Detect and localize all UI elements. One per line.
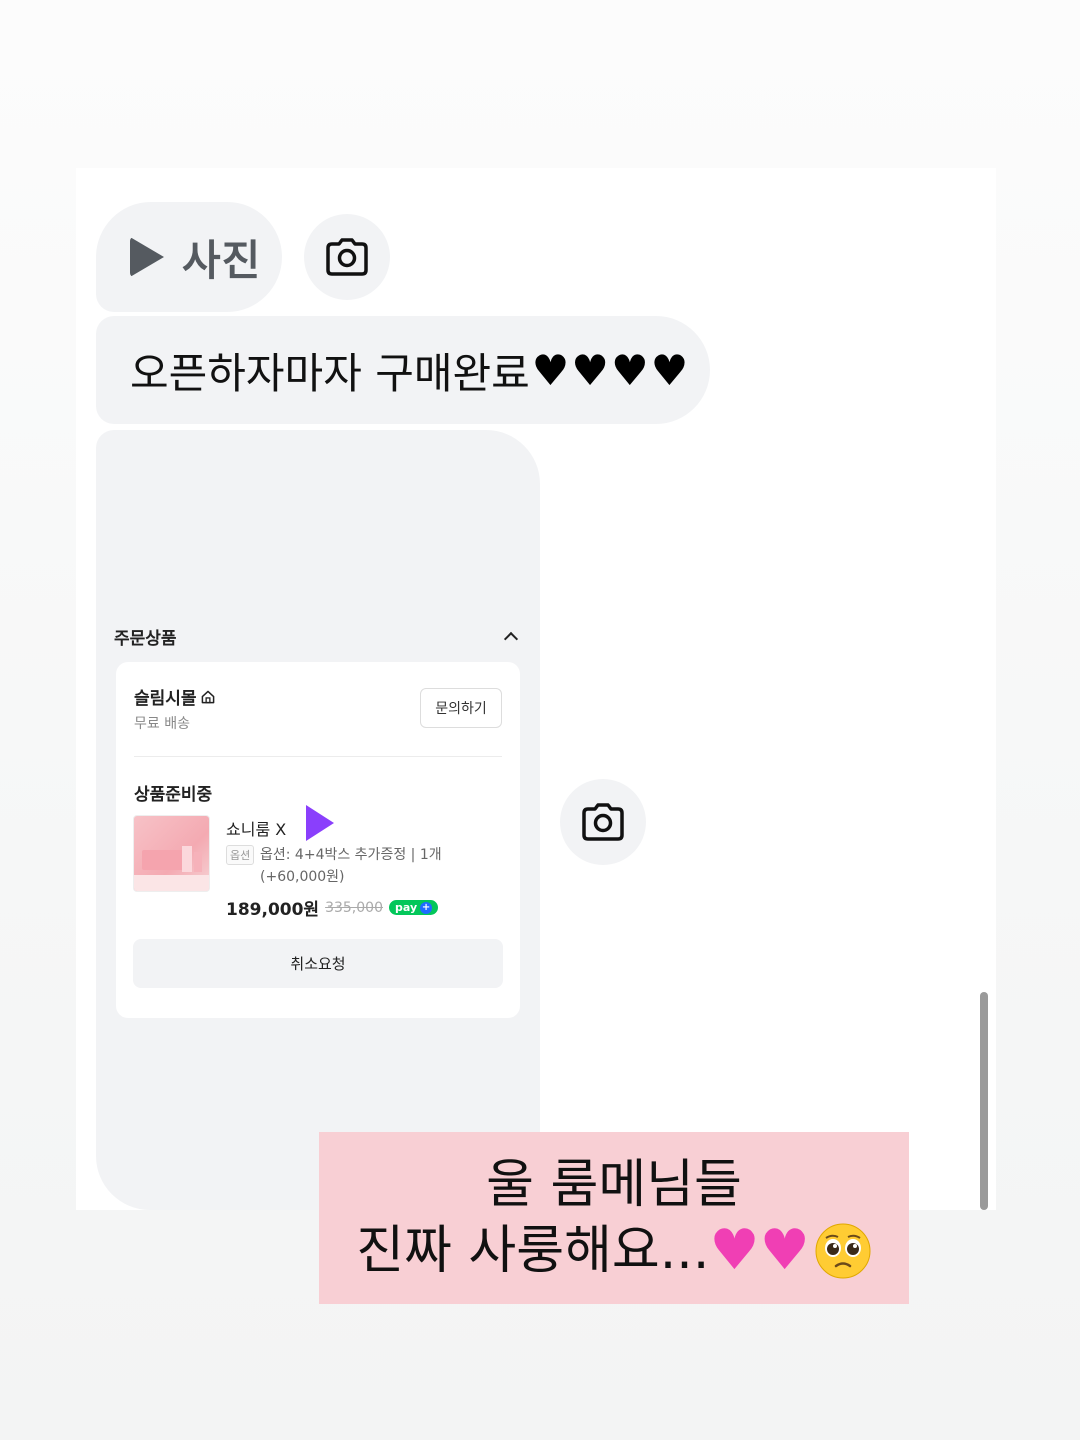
caption-line-1: 울 룸메님들 (486, 1155, 742, 1215)
price: 189,000원 (226, 900, 320, 920)
npay-badge: pay + (388, 900, 439, 915)
scrollbar[interactable] (980, 992, 988, 1210)
camera-icon (582, 803, 624, 841)
product-thumbnail[interactable] (133, 815, 210, 892)
original-price: 335,000 (325, 899, 383, 916)
message-bubble: 오픈하자마자 구매완료 ♥♥♥♥ (96, 316, 710, 424)
plus-icon: + (420, 901, 433, 914)
play-icon (130, 237, 164, 277)
inquiry-button[interactable]: 문의하기 (420, 688, 502, 728)
photo-chip[interactable]: 사진 (96, 202, 282, 312)
store-name-text: 슬림시몰 (134, 689, 197, 709)
purple-play-icon (306, 805, 334, 841)
order-section-title: 주문상품 (114, 628, 177, 649)
camera-icon (326, 238, 368, 276)
pleading-face-icon (815, 1223, 871, 1279)
price-row: 189,000원 335,000 pay + (226, 895, 439, 920)
caption-line-2: 진짜 사룽해요... ♥♥ (356, 1218, 872, 1284)
order-status: 상품준비중 (134, 785, 213, 805)
option-badge: 옵션 (226, 845, 255, 865)
chevron-up-icon[interactable] (503, 631, 519, 647)
npay-label: pay (394, 901, 418, 914)
black-hearts: ♥♥♥♥ (531, 345, 691, 395)
cancel-request-button[interactable]: 취소요청 (133, 939, 503, 988)
caption-overlay: 울 룸메님들 진짜 사룽해요... ♥♥ (319, 1132, 909, 1304)
product-name[interactable]: 쇼니룸 X (226, 816, 286, 840)
message-text: 오픈하자마자 구매완료 (130, 348, 530, 398)
camera-button[interactable] (304, 214, 390, 300)
order-section-header[interactable]: 주문상품 (114, 622, 524, 650)
photo-chip-label: 사진 (182, 235, 262, 285)
camera-button-2[interactable] (560, 779, 646, 865)
shipping-info: 무료 배송 (134, 716, 190, 732)
divider (134, 756, 502, 757)
pink-hearts-icon: ♥♥ (709, 1218, 810, 1283)
option-text: 옵션: 4+4박스 추가증정 | 1개 (+60,000원) (260, 847, 442, 885)
caption-line-2-text: 진짜 사룽해요... (356, 1221, 710, 1281)
home-icon (201, 690, 214, 703)
order-card: 슬림시몰 무료 배송 문의하기 상품준비중 쇼니룸 X 옵션 옵션: 4+4박스… (116, 662, 520, 1018)
store-name[interactable]: 슬림시몰 (134, 684, 215, 709)
